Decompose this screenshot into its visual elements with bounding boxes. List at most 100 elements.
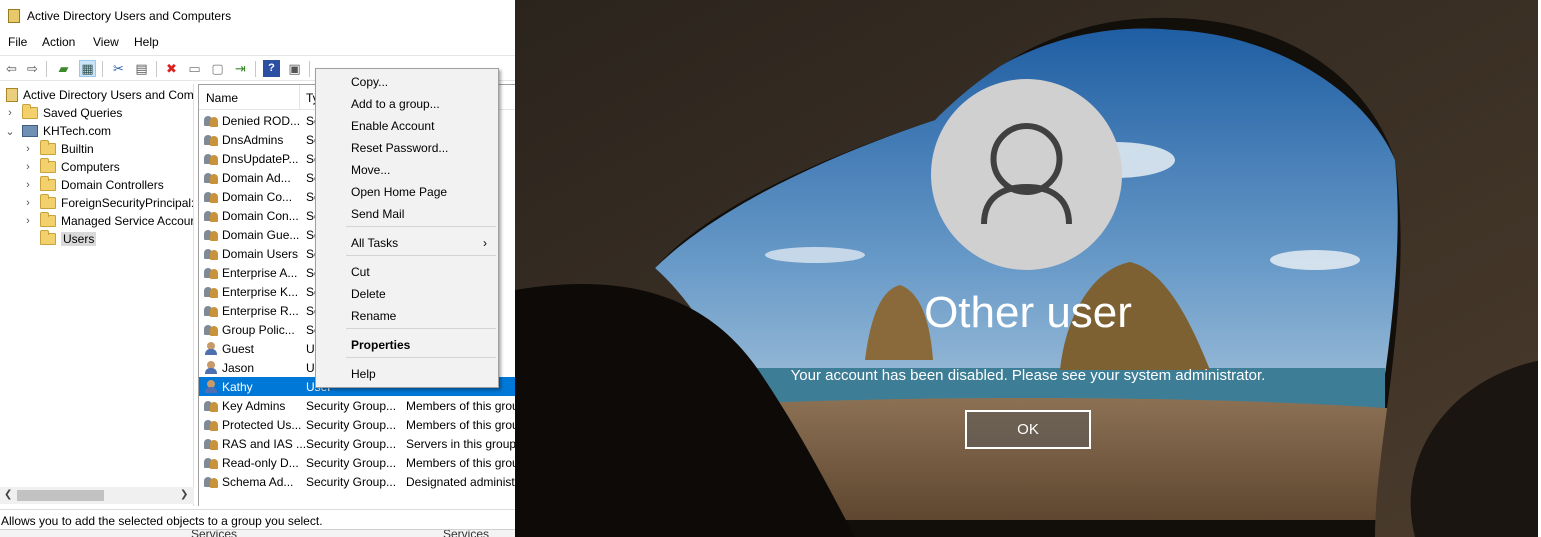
security-group-icon <box>204 113 219 128</box>
menu-action[interactable]: Action <box>42 35 75 49</box>
tree-item-managed-service-accounts[interactable]: › Managed Service Accour <box>22 212 193 230</box>
scroll-left-icon[interactable]: ❮ <box>4 489 12 500</box>
cell-description: Members of this grou <box>406 418 515 432</box>
tree-root[interactable]: Active Directory Users and Com <box>4 86 193 104</box>
console-icon[interactable]: ▣ <box>286 60 303 77</box>
cut-icon[interactable]: ✂ <box>110 60 127 77</box>
menu-item-cut[interactable]: Cut <box>317 262 497 282</box>
background-window-strip: Services Services <box>0 529 515 537</box>
tree-label: KHTech.com <box>43 124 112 138</box>
menu-item-label: Help <box>351 367 376 381</box>
cell-name: DnsUpdateP... <box>222 152 299 166</box>
menu-item-move[interactable]: Move... <box>317 160 497 180</box>
folder-icon <box>40 230 56 245</box>
table-row[interactable]: Key Admins Security Group... Members of th… <box>199 396 515 415</box>
column-header-name[interactable]: Name <box>206 91 238 105</box>
status-bar: Allows you to add the selected objects t… <box>0 509 515 529</box>
cell-name: RAS and IAS ... <box>222 437 307 451</box>
security-group-icon <box>204 322 219 337</box>
menu-file[interactable]: File <box>8 35 27 49</box>
table-row[interactable]: Schema Ad... Security Group... Designated … <box>199 472 515 491</box>
cell-name: Domain Gue... <box>222 228 300 242</box>
tree-horizontal-scrollbar[interactable]: ❮ ❯ <box>0 487 194 504</box>
strip-label: Services <box>443 529 490 537</box>
menu-help[interactable]: Help <box>134 35 159 49</box>
cell-type: Security Group... <box>306 437 397 451</box>
expand-chevron-icon[interactable]: › <box>22 143 34 155</box>
menu-item-open-home-page[interactable]: Open Home Page <box>317 182 497 202</box>
menu-item-help[interactable]: Help <box>317 364 497 384</box>
refresh-icon[interactable]: ▢ <box>209 60 226 77</box>
user-avatar <box>931 79 1122 270</box>
menu-separator <box>346 328 496 329</box>
expand-chevron-icon[interactable]: › <box>22 179 34 191</box>
copy-icon[interactable]: ▤ <box>133 60 150 77</box>
expand-chevron-icon[interactable]: › <box>22 197 34 209</box>
collapse-chevron-icon[interactable]: ⌄ <box>4 125 16 138</box>
column-divider[interactable] <box>299 85 300 110</box>
forward-arrow-icon[interactable]: ⇨ <box>24 60 41 77</box>
ou-folder-icon <box>40 176 56 191</box>
domain-icon <box>22 125 38 137</box>
menu-item-rename[interactable]: Rename <box>317 306 497 326</box>
delete-icon[interactable]: ✖ <box>163 60 180 77</box>
cell-name: Domain Ad... <box>222 171 291 185</box>
cell-name: Denied ROD... <box>222 114 301 128</box>
cell-name: DnsAdmins <box>222 133 284 147</box>
menu-item-add-to-a-group[interactable]: Add to a group... <box>317 94 497 114</box>
up-folder-icon[interactable]: ▰ <box>55 60 72 77</box>
menu-separator <box>346 226 496 227</box>
folder-icon <box>40 140 56 155</box>
menu-item-properties[interactable]: Properties <box>317 335 497 355</box>
tree-item-domain[interactable]: ⌄ KHTech.com <box>4 122 111 140</box>
menu-item-all-tasks[interactable]: All Tasks › <box>317 233 497 253</box>
security-group-icon <box>204 284 219 299</box>
tree-label: Saved Queries <box>43 106 123 120</box>
menu-view[interactable]: View <box>93 35 119 49</box>
properties-icon[interactable]: ▭ <box>186 60 203 77</box>
menu-item-reset-password[interactable]: Reset Password... <box>317 138 497 158</box>
cell-name: Domain Co... <box>222 190 293 204</box>
table-row[interactable]: Protected Us... Security Group... Members … <box>199 415 515 434</box>
title-bar: Active Directory Users and Computers <box>0 0 515 32</box>
cell-name: Enterprise R... <box>222 304 299 318</box>
expand-chevron-icon[interactable]: › <box>22 215 34 227</box>
cell-name: Enterprise A... <box>222 266 298 280</box>
show-pane-icon[interactable]: ▦ <box>79 60 96 77</box>
menu-item-label: Move... <box>351 163 391 177</box>
tree-item-domain-controllers[interactable]: › Domain Controllers <box>22 176 164 194</box>
menu-item-copy[interactable]: Copy... <box>317 72 497 92</box>
menu-item-enable-account[interactable]: Enable Account <box>317 116 497 136</box>
tree-item-computers[interactable]: › Computers <box>22 158 120 176</box>
table-row[interactable]: Read-only D... Security Group... Members o… <box>199 453 515 472</box>
cell-name: Jason <box>222 361 255 375</box>
back-arrow-icon[interactable]: ⇦ <box>3 60 20 77</box>
tree-item-builtin[interactable]: › Builtin <box>22 140 94 158</box>
table-row[interactable]: RAS and IAS ... Security Group... Servers … <box>199 434 515 453</box>
cell-type: Security Group... <box>306 456 397 470</box>
menu-item-send-mail[interactable]: Send Mail <box>317 204 497 224</box>
menu-separator <box>346 255 496 256</box>
menu-item-delete[interactable]: Delete <box>317 284 497 304</box>
menu-separator <box>346 357 496 358</box>
security-group-icon <box>204 189 219 204</box>
folder-icon <box>40 158 56 173</box>
ok-button[interactable]: OK <box>965 410 1091 449</box>
tree-item-foreign-security-principals[interactable]: › ForeignSecurityPrincipal: <box>22 194 193 212</box>
aduc-app-icon <box>8 9 20 23</box>
menu-item-label: Reset Password... <box>351 141 449 155</box>
menu-item-label: Delete <box>351 287 386 301</box>
help-icon[interactable]: ? <box>263 60 280 77</box>
tree-item-saved-queries[interactable]: › Saved Queries <box>4 104 122 122</box>
user-icon <box>204 379 219 394</box>
export-icon[interactable]: ⇥ <box>232 60 249 77</box>
menu-item-label: Copy... <box>351 75 389 89</box>
scroll-right-icon[interactable]: ❯ <box>180 489 188 500</box>
folder-icon <box>40 212 56 227</box>
security-group-icon <box>204 227 219 242</box>
toolbar-separator <box>102 61 103 77</box>
scroll-thumb[interactable] <box>17 490 104 501</box>
expand-chevron-icon[interactable]: › <box>22 161 34 173</box>
expand-chevron-icon[interactable]: › <box>4 107 16 119</box>
tree-item-users[interactable]: Users <box>22 230 97 248</box>
